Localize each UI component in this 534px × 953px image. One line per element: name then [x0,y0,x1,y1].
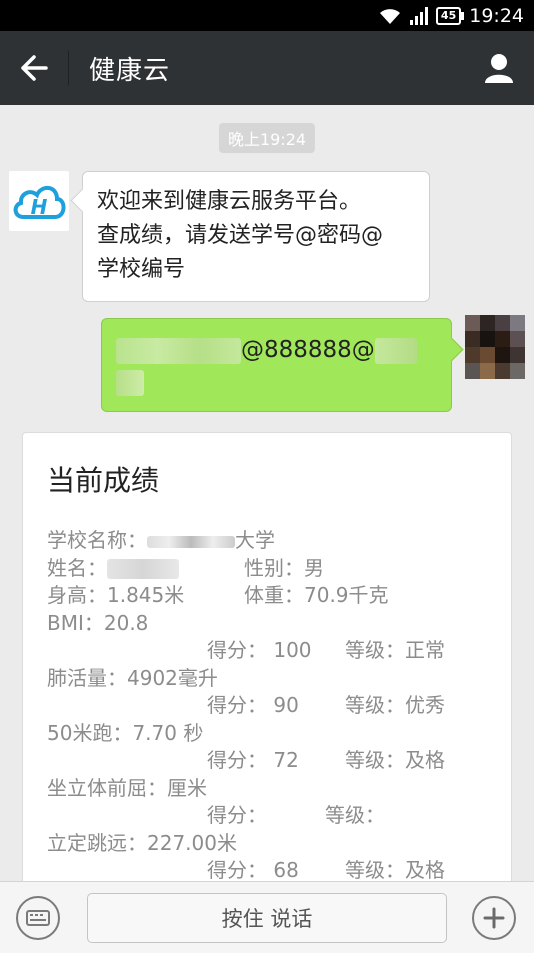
signal-icon [409,6,428,25]
standing-long-jump: 立定跳远：227.00米 [47,830,237,855]
input-bar: 按住 说话 [0,881,534,953]
message-line: 欢迎来到健康云服务平台。 [97,189,362,214]
sitreach-score-row: 得分： 等级： [47,802,487,830]
chat-header: 健康云 [0,31,534,105]
message-line: 查成绩，请发送学号@密码@ [97,223,384,248]
run50-score-row: 得分： 72 等级：及格 [47,747,487,775]
redacted-student-id [116,337,241,364]
wifi-icon [378,7,402,25]
status-bar: 45 19:24 [0,0,534,31]
sitreach-row: 坐立体前屈：厘米 [47,775,487,803]
sitreach-grade: 等级： [325,803,385,827]
page-title: 健康云 [89,55,171,86]
plus-icon[interactable] [472,896,516,940]
bmi-grade: 等级：正常 [345,638,445,662]
body-row: 身高：1.845米 体重：70.9千克 [47,582,487,610]
outgoing-message-bubble[interactable]: @888888@ [101,318,452,412]
header-divider [68,51,69,85]
lung-grade: 等级：优秀 [345,693,445,717]
outgoing-message-text: @888888@ [241,337,375,363]
redacted-school-code [374,337,417,364]
run50-grade: 等级：及格 [345,748,445,772]
lung-capacity: 肺活量：4902毫升 [47,665,218,690]
height: 身高：1.845米 [47,583,185,607]
school-row: 学校名称： 大学 [47,527,487,555]
svg-text:H: H [31,195,48,219]
card-title: 当前成绩 [47,464,160,497]
school-label: 学校名称： [47,528,147,552]
redacted-school-name [147,535,235,548]
gender: 性别：男 [244,555,324,580]
back-arrow-icon[interactable] [0,31,68,105]
score-card[interactable]: 当前成绩 学校名称： 大学 姓名： 性别：男 身高：1.845米 体重：70.9千… [22,432,512,892]
longjump-row: 立定跳远：227.00米 [47,830,487,858]
bmi-score: 得分： 100 [207,638,312,662]
run50-score: 得分： 72 [207,748,299,772]
bot-avatar[interactable]: H [9,171,69,231]
name-row: 姓名： 性别：男 [47,555,487,583]
lung-score: 得分： 90 [207,693,299,717]
name-label: 姓名： [47,555,107,580]
lung-score-row: 得分： 90 等级：优秀 [47,692,487,720]
bmi: BMI：20.8 [47,610,149,635]
person-icon[interactable] [464,31,534,105]
redacted-school-code-continued [116,369,144,396]
message-timestamp: 晚上19:24 [218,123,316,153]
cloud-logo-icon: H [13,186,66,219]
school-suffix: 大学 [235,528,275,552]
battery-icon: 45 [435,6,465,25]
sit-and-reach: 坐立体前屈：厘米 [47,775,207,800]
run50-row: 50米跑：7.70 秒 [47,720,487,748]
status-time: 19:24 [469,4,524,27]
redacted-name [107,559,179,579]
run-50m: 50米跑：7.70 秒 [47,720,204,745]
lung-row: 肺活量：4902毫升 [47,665,487,693]
user-avatar[interactable] [465,315,525,379]
keyboard-icon[interactable] [16,896,60,940]
sitreach-score: 得分： [207,803,267,827]
score-details: 学校名称： 大学 姓名： 性别：男 身高：1.845米 体重：70.9千克 BMI… [47,527,487,885]
bmi-row: BMI：20.8 [47,610,487,638]
incoming-message-bubble[interactable]: 欢迎来到健康云服务平台。 查成绩，请发送学号@密码@ 学校编号 [82,171,430,302]
message-line: 学校编号 [97,257,186,282]
bmi-score-row: 得分： 100 等级：正常 [47,637,487,665]
weight: 体重：70.9千克 [244,583,389,607]
hold-to-talk-button[interactable]: 按住 说话 [87,893,447,943]
